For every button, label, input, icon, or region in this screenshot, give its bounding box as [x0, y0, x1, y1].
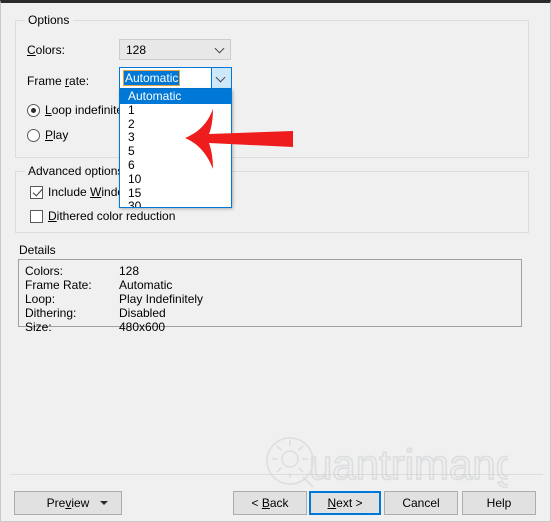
frame-rate-combobox[interactable]: Automatic [119, 67, 232, 89]
details-row-value: 480x600 [119, 320, 166, 334]
footer-divider [10, 474, 543, 475]
frame-rate-option-30[interactable]: 30 [120, 200, 231, 207]
watermark-quantrimang: uantrimang [263, 435, 508, 491]
frame-rate-combobox-chevron-down-icon[interactable] [211, 68, 231, 88]
radio-indicator [27, 103, 40, 117]
frame-rate-option-automatic[interactable]: Automatic [120, 90, 231, 104]
preview-caret-down-icon[interactable] [100, 501, 108, 505]
help-button[interactable]: Help [462, 491, 536, 515]
details-row-value: Automatic [119, 278, 173, 292]
preview-button-label: Preview [46, 496, 90, 510]
colors-combobox[interactable]: 128 [119, 39, 231, 60]
frame-rate-option-5[interactable]: 5 [120, 144, 231, 159]
radio-indicator [27, 128, 40, 142]
details-row-key: Loop: [25, 292, 56, 306]
details-row-key: Colors: [25, 264, 64, 278]
options-group-legend: Options [25, 13, 74, 27]
details-row-key: Dithering: [25, 306, 77, 320]
frame-rate-combobox-value: Automatic [122, 70, 181, 86]
frame-rate-option-15[interactable]: 15 [120, 186, 231, 201]
back-button-label: < Back [251, 496, 289, 510]
frame-rate-option-10[interactable]: 10 [120, 172, 231, 187]
frame-rate-option-1[interactable]: 1 [120, 103, 231, 118]
details-row-value: 128 [119, 264, 140, 278]
cancel-button[interactable]: Cancel [384, 491, 458, 515]
checkbox-indicator [30, 209, 43, 223]
loop-indefinitely-label: Loop indefinitel [45, 103, 126, 117]
details-row-value: Disabled [119, 306, 166, 320]
dithered-color-reduction-checkbox[interactable]: Dithered color reduction [30, 209, 175, 223]
colors-combobox-chevron-down-icon[interactable] [211, 40, 230, 59]
details-panel [18, 259, 522, 327]
next-button-label: Next > [327, 496, 363, 510]
frame-rate-option-3[interactable]: 3 [120, 131, 231, 145]
advanced-options-group-legend: Advanced options [25, 164, 128, 178]
play-label: Play [45, 128, 69, 142]
loop-indefinitely-radio[interactable]: Loop indefinitel [27, 103, 126, 117]
back-button[interactable]: < Back [233, 491, 307, 515]
play-radio[interactable]: Play [27, 128, 68, 142]
details-row-value: Play Indefinitely [119, 292, 204, 306]
options-group: Options [15, 13, 529, 158]
cancel-button-label: Cancel [402, 496, 440, 510]
colors-label: Colors: [27, 43, 66, 57]
details-group-legend: Details [19, 243, 56, 257]
include-window-checkbox[interactable]: Include Window [30, 185, 133, 199]
checkbox-indicator [30, 185, 43, 199]
details-row-key: Frame Rate: [25, 278, 92, 292]
frame-rate-label: Frame rate: [27, 74, 90, 88]
next-button[interactable]: Next > [309, 491, 381, 515]
frame-rate-dropdown-list[interactable]: Automatic 1 2 3 5 6 10 15 30 [119, 89, 232, 208]
details-row-key: Size: [25, 320, 52, 334]
help-button-label: Help [486, 496, 512, 510]
gif-export-options-dialog: Options Colors: 128 Frame rate: Automati… [0, 0, 551, 522]
preview-split-button[interactable]: Preview [14, 491, 122, 515]
frame-rate-option-6[interactable]: 6 [120, 158, 231, 173]
advanced-options-group: Advanced options [15, 164, 529, 233]
svg-text:uantrimang: uantrimang [309, 441, 508, 488]
colors-combobox-value: 128 [126, 42, 147, 57]
frame-rate-option-2[interactable]: 2 [120, 117, 231, 132]
dithered-color-reduction-label: Dithered color reduction [48, 209, 176, 223]
